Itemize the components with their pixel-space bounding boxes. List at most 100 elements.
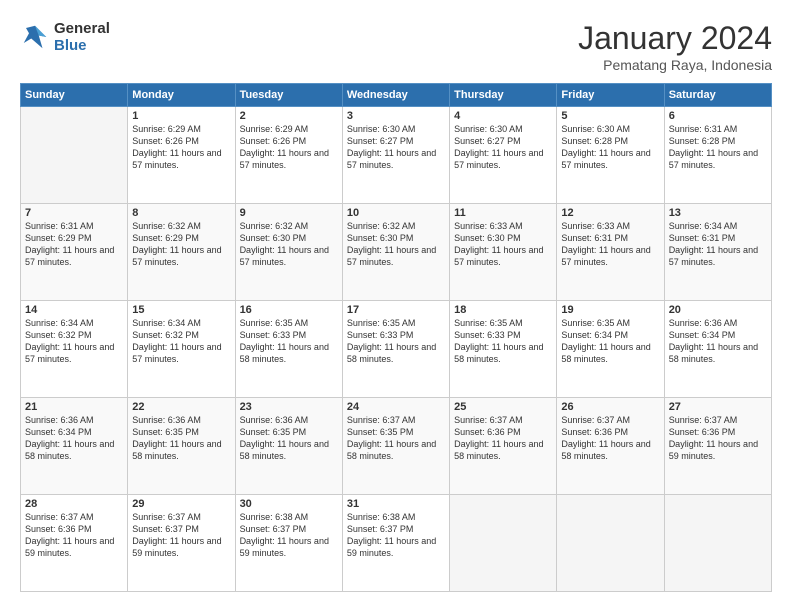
calendar-cell: 29Sunrise: 6:37 AMSunset: 6:37 PMDayligh… — [128, 495, 235, 592]
day-info: Sunrise: 6:36 AMSunset: 6:34 PMDaylight:… — [669, 317, 767, 366]
day-number: 4 — [454, 110, 552, 122]
day-number: 6 — [669, 110, 767, 122]
day-number: 13 — [669, 207, 767, 219]
calendar-cell: 7Sunrise: 6:31 AMSunset: 6:29 PMDaylight… — [21, 204, 128, 301]
col-header-monday: Monday — [128, 84, 235, 107]
day-number: 17 — [347, 304, 445, 316]
calendar-cell: 2Sunrise: 6:29 AMSunset: 6:26 PMDaylight… — [235, 107, 342, 204]
calendar-cell: 4Sunrise: 6:30 AMSunset: 6:27 PMDaylight… — [450, 107, 557, 204]
day-info: Sunrise: 6:32 AMSunset: 6:30 PMDaylight:… — [240, 220, 338, 269]
day-info: Sunrise: 6:37 AMSunset: 6:37 PMDaylight:… — [132, 511, 230, 560]
day-info: Sunrise: 6:35 AMSunset: 6:34 PMDaylight:… — [561, 317, 659, 366]
calendar-cell: 24Sunrise: 6:37 AMSunset: 6:35 PMDayligh… — [342, 398, 449, 495]
calendar-cell: 20Sunrise: 6:36 AMSunset: 6:34 PMDayligh… — [664, 301, 771, 398]
day-number: 19 — [561, 304, 659, 316]
day-number: 7 — [25, 207, 123, 219]
day-number: 25 — [454, 401, 552, 413]
day-info: Sunrise: 6:30 AMSunset: 6:27 PMDaylight:… — [347, 123, 445, 172]
day-number: 15 — [132, 304, 230, 316]
day-number: 31 — [347, 498, 445, 510]
calendar-cell: 27Sunrise: 6:37 AMSunset: 6:36 PMDayligh… — [664, 398, 771, 495]
calendar-cell — [21, 107, 128, 204]
calendar-cell: 13Sunrise: 6:34 AMSunset: 6:31 PMDayligh… — [664, 204, 771, 301]
logo-text: General Blue — [54, 20, 110, 54]
day-info: Sunrise: 6:33 AMSunset: 6:30 PMDaylight:… — [454, 220, 552, 269]
day-info: Sunrise: 6:34 AMSunset: 6:32 PMDaylight:… — [132, 317, 230, 366]
calendar-cell: 26Sunrise: 6:37 AMSunset: 6:36 PMDayligh… — [557, 398, 664, 495]
calendar-week-4: 21Sunrise: 6:36 AMSunset: 6:34 PMDayligh… — [21, 398, 772, 495]
col-header-sunday: Sunday — [21, 84, 128, 107]
day-info: Sunrise: 6:30 AMSunset: 6:27 PMDaylight:… — [454, 123, 552, 172]
calendar-cell: 14Sunrise: 6:34 AMSunset: 6:32 PMDayligh… — [21, 301, 128, 398]
day-info: Sunrise: 6:36 AMSunset: 6:35 PMDaylight:… — [132, 414, 230, 463]
day-info: Sunrise: 6:35 AMSunset: 6:33 PMDaylight:… — [454, 317, 552, 366]
day-info: Sunrise: 6:29 AMSunset: 6:26 PMDaylight:… — [240, 123, 338, 172]
day-number: 29 — [132, 498, 230, 510]
day-info: Sunrise: 6:36 AMSunset: 6:34 PMDaylight:… — [25, 414, 123, 463]
calendar-cell: 19Sunrise: 6:35 AMSunset: 6:34 PMDayligh… — [557, 301, 664, 398]
logo-icon — [20, 22, 50, 52]
calendar-cell: 17Sunrise: 6:35 AMSunset: 6:33 PMDayligh… — [342, 301, 449, 398]
calendar-cell: 3Sunrise: 6:30 AMSunset: 6:27 PMDaylight… — [342, 107, 449, 204]
calendar-cell: 15Sunrise: 6:34 AMSunset: 6:32 PMDayligh… — [128, 301, 235, 398]
calendar-cell: 31Sunrise: 6:38 AMSunset: 6:37 PMDayligh… — [342, 495, 449, 592]
calendar-week-3: 14 Sunrise: 6:34 AMSunset: 6:32 PMDayligh… — [21, 301, 772, 398]
day-info: Sunrise: 6:35 AMSunset: 6:33 PMDaylight:… — [240, 317, 338, 366]
calendar-cell: 16Sunrise: 6:35 AMSunset: 6:33 PMDayligh… — [235, 301, 342, 398]
day-info: Sunrise: 6:35 AMSunset: 6:33 PMDaylight:… — [347, 317, 445, 366]
calendar-week-5: 28Sunrise: 6:37 AMSunset: 6:36 PMDayligh… — [21, 495, 772, 592]
day-number: 23 — [240, 401, 338, 413]
calendar-cell: 28Sunrise: 6:37 AMSunset: 6:36 PMDayligh… — [21, 495, 128, 592]
day-number: 3 — [347, 110, 445, 122]
col-header-thursday: Thursday — [450, 84, 557, 107]
calendar-cell: 21Sunrise: 6:36 AMSunset: 6:34 PMDayligh… — [21, 398, 128, 495]
calendar-week-1: 1 Sunrise: 6:29 AMSunset: 6:26 PMDaylight… — [21, 107, 772, 204]
day-info: Sunrise: 6:38 AMSunset: 6:37 PMDaylight:… — [240, 511, 338, 560]
day-info: Sunrise: 6:32 AMSunset: 6:29 PMDaylight:… — [132, 220, 230, 269]
day-info: Sunrise: 6:37 AMSunset: 6:36 PMDaylight:… — [454, 414, 552, 463]
day-number: 14 — [25, 304, 123, 316]
col-header-saturday: Saturday — [664, 84, 771, 107]
title-section: January 2024 Pematang Raya, Indonesia — [578, 20, 772, 73]
day-number: 22 — [132, 401, 230, 413]
col-header-wednesday: Wednesday — [342, 84, 449, 107]
day-number: 20 — [669, 304, 767, 316]
day-number: 18 — [454, 304, 552, 316]
day-info: Sunrise: 6:37 AMSunset: 6:36 PMDaylight:… — [561, 414, 659, 463]
calendar-cell — [450, 495, 557, 592]
day-number: 9 — [240, 207, 338, 219]
day-info: Sunrise: 6:37 AMSunset: 6:35 PMDaylight:… — [347, 414, 445, 463]
day-number: 24 — [347, 401, 445, 413]
day-number: 16 — [240, 304, 338, 316]
calendar-cell: 12Sunrise: 6:33 AMSunset: 6:31 PMDayligh… — [557, 204, 664, 301]
calendar-cell: 22Sunrise: 6:36 AMSunset: 6:35 PMDayligh… — [128, 398, 235, 495]
calendar-table: SundayMondayTuesdayWednesdayThursdayFrid… — [20, 83, 772, 592]
day-info: Sunrise: 6:34 AMSunset: 6:31 PMDaylight:… — [669, 220, 767, 269]
day-info: Sunrise: 6:37 AMSunset: 6:36 PMDaylight:… — [669, 414, 767, 463]
day-number: 30 — [240, 498, 338, 510]
day-info: Sunrise: 6:36 AMSunset: 6:35 PMDaylight:… — [240, 414, 338, 463]
main-title: January 2024 — [578, 20, 772, 57]
day-number: 27 — [669, 401, 767, 413]
calendar-cell: 25Sunrise: 6:37 AMSunset: 6:36 PMDayligh… — [450, 398, 557, 495]
day-info: Sunrise: 6:38 AMSunset: 6:37 PMDaylight:… — [347, 511, 445, 560]
calendar-cell: 11Sunrise: 6:33 AMSunset: 6:30 PMDayligh… — [450, 204, 557, 301]
day-info: Sunrise: 6:32 AMSunset: 6:30 PMDaylight:… — [347, 220, 445, 269]
calendar-cell: 1Sunrise: 6:29 AMSunset: 6:26 PMDaylight… — [128, 107, 235, 204]
calendar-cell — [557, 495, 664, 592]
day-info: Sunrise: 6:30 AMSunset: 6:28 PMDaylight:… — [561, 123, 659, 172]
calendar-cell: 8Sunrise: 6:32 AMSunset: 6:29 PMDaylight… — [128, 204, 235, 301]
calendar-cell: 10Sunrise: 6:32 AMSunset: 6:30 PMDayligh… — [342, 204, 449, 301]
day-info: Sunrise: 6:31 AMSunset: 6:28 PMDaylight:… — [669, 123, 767, 172]
calendar-cell: 30Sunrise: 6:38 AMSunset: 6:37 PMDayligh… — [235, 495, 342, 592]
day-number: 1 — [132, 110, 230, 122]
page: General Blue January 2024 Pematang Raya,… — [0, 0, 792, 612]
day-number: 11 — [454, 207, 552, 219]
calendar-cell: 6Sunrise: 6:31 AMSunset: 6:28 PMDaylight… — [664, 107, 771, 204]
calendar-cell: 5Sunrise: 6:30 AMSunset: 6:28 PMDaylight… — [557, 107, 664, 204]
calendar-header-row: SundayMondayTuesdayWednesdayThursdayFrid… — [21, 84, 772, 107]
day-info: Sunrise: 6:37 AMSunset: 6:36 PMDaylight:… — [25, 511, 123, 560]
calendar-cell: 23Sunrise: 6:36 AMSunset: 6:35 PMDayligh… — [235, 398, 342, 495]
calendar-cell: 9Sunrise: 6:32 AMSunset: 6:30 PMDaylight… — [235, 204, 342, 301]
day-number: 10 — [347, 207, 445, 219]
